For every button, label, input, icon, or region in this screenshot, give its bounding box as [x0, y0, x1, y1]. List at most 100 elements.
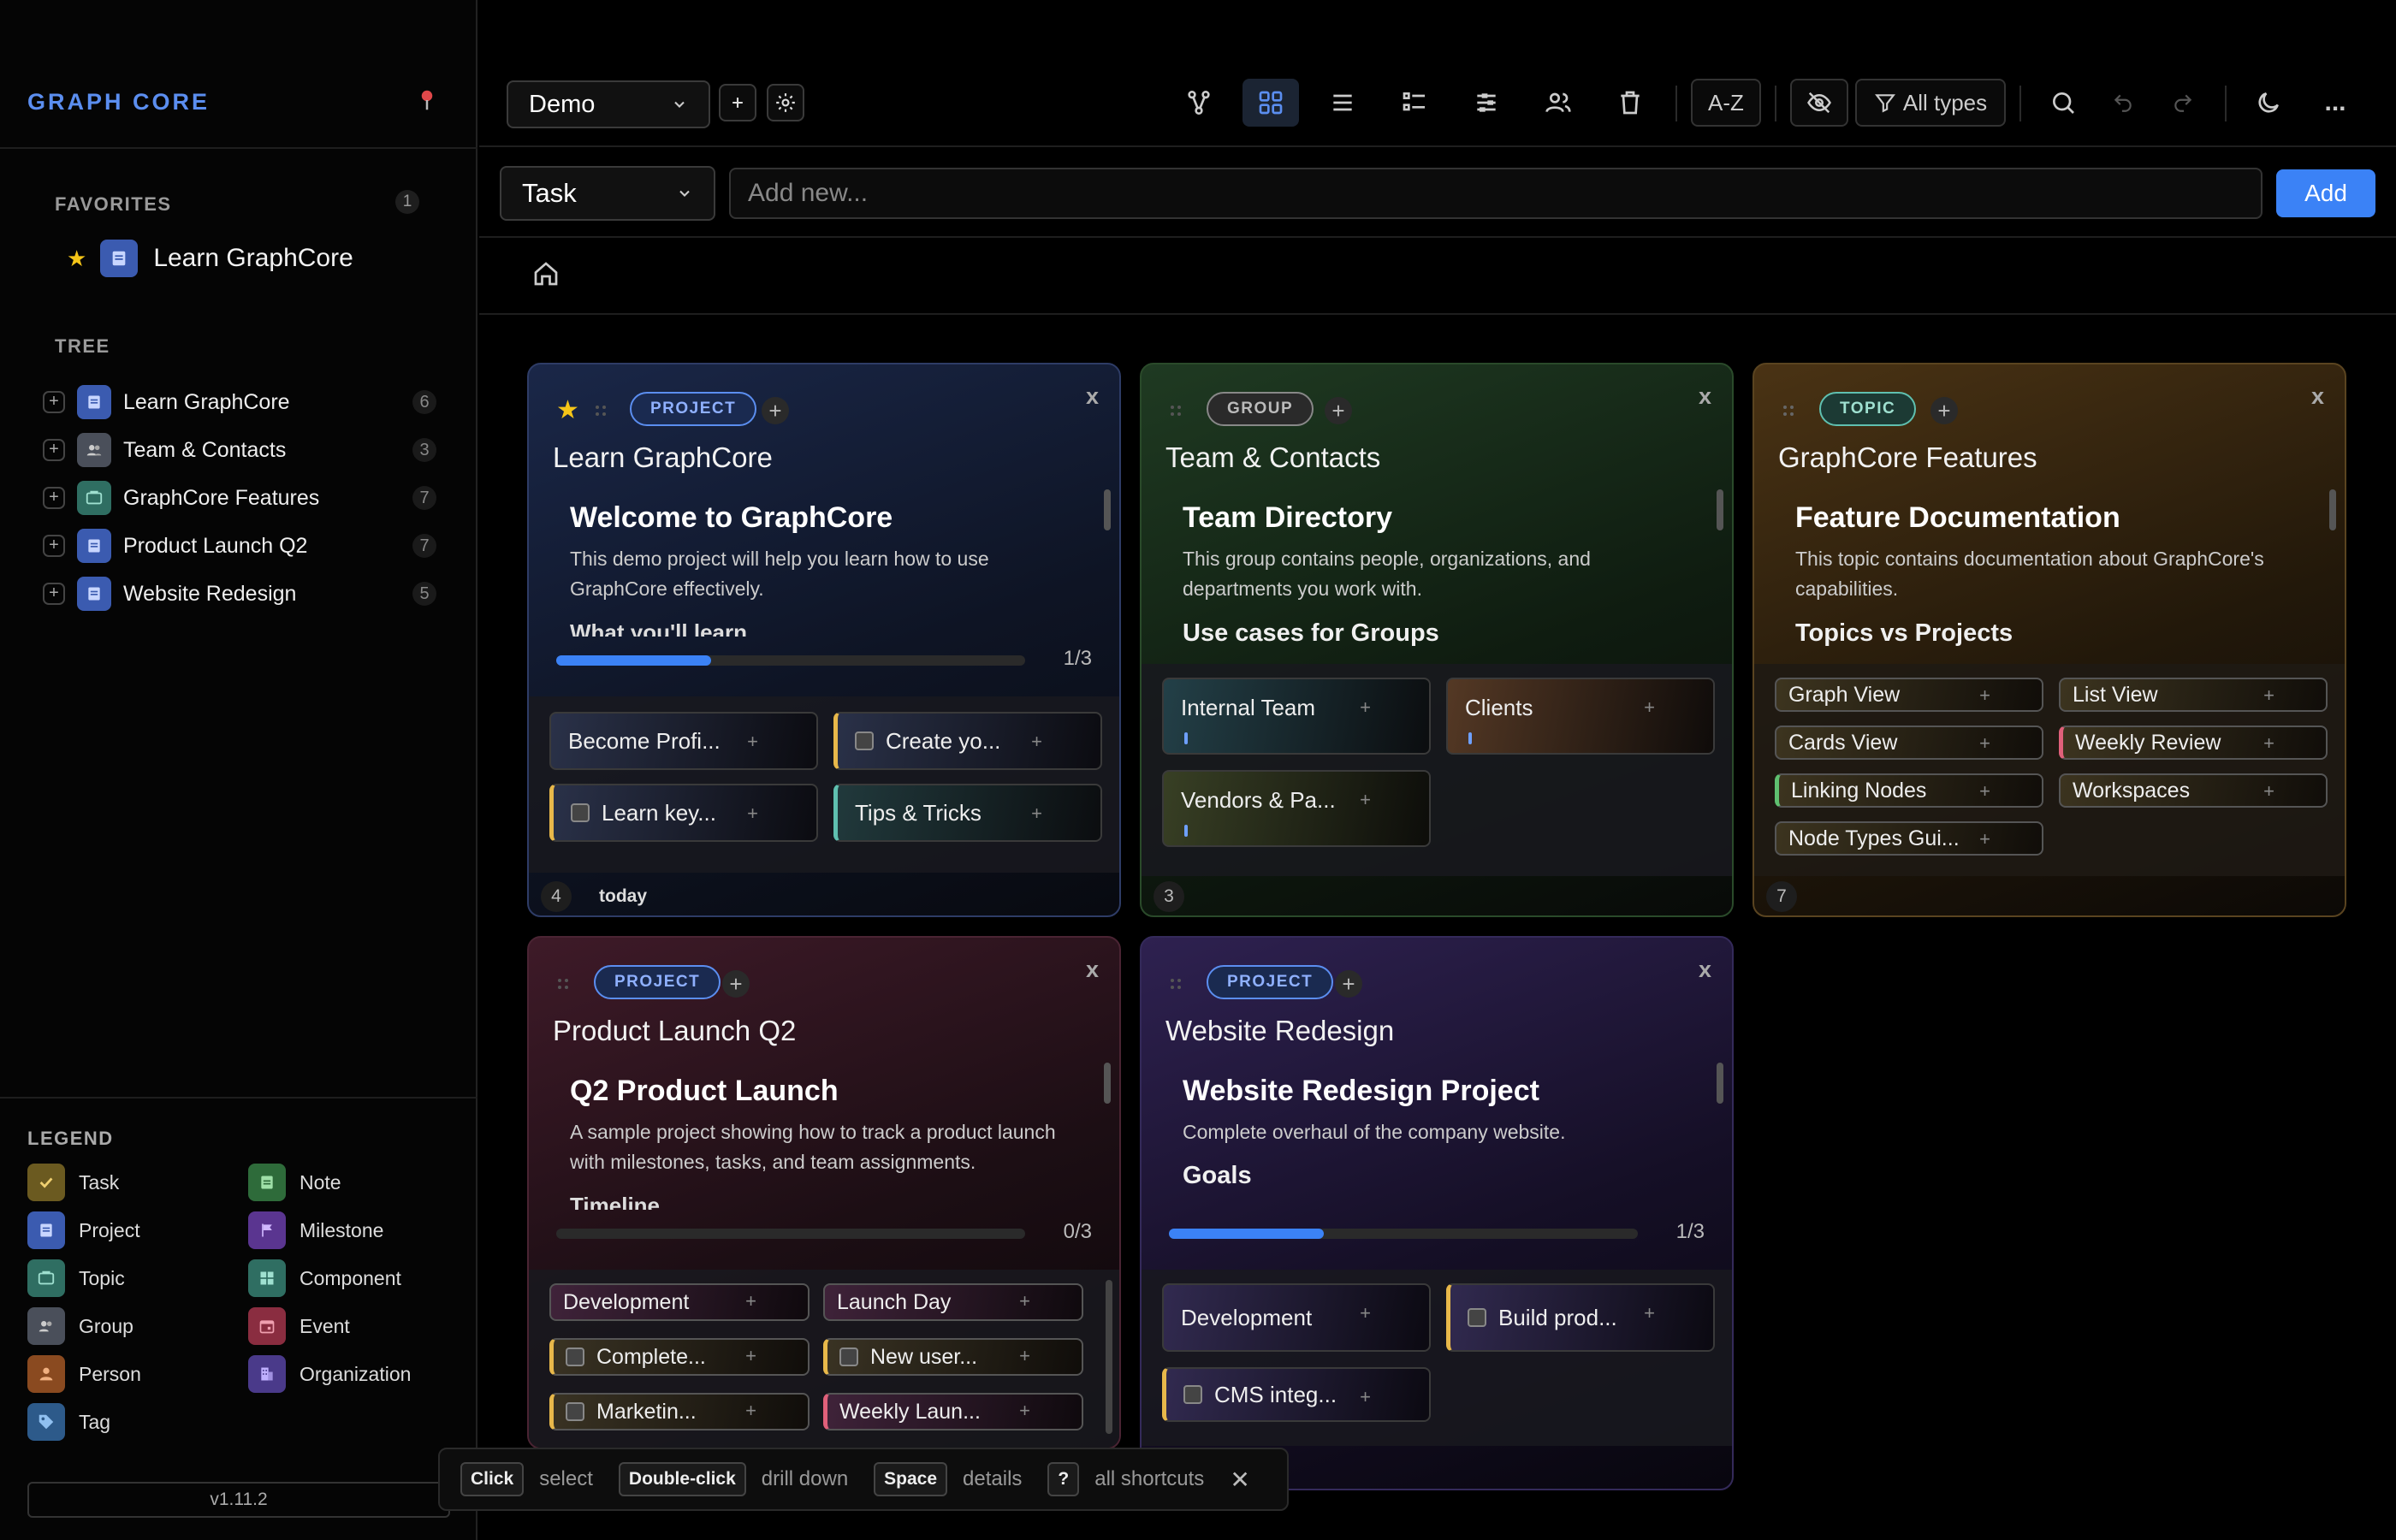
tree-item[interactable]: + Team & Contacts 3: [43, 429, 436, 471]
add-workspace-button[interactable]: [719, 84, 756, 121]
workspace-select[interactable]: Demo: [507, 80, 710, 128]
sort-button[interactable]: A-Z: [1691, 79, 1761, 127]
card-team-contacts[interactable]: GROUP + x Team & Contacts Team Directory…: [1140, 363, 1734, 917]
card-graphcore-features[interactable]: TOPIC + x GraphCore Features Feature Doc…: [1753, 363, 2346, 917]
expand-icon[interactable]: +: [43, 583, 65, 605]
checkbox[interactable]: [839, 1348, 858, 1366]
add-icon[interactable]: +: [2263, 684, 2274, 707]
workspace-settings-button[interactable]: [767, 84, 804, 121]
add-icon[interactable]: +: [1031, 803, 1042, 825]
redo-button[interactable]: [2155, 79, 2211, 127]
child-item[interactable]: Vendors & Pa... +: [1162, 770, 1431, 847]
add-child-button[interactable]: +: [1335, 970, 1362, 998]
child-item[interactable]: Linking Nodes +: [1775, 773, 2043, 808]
checkbox[interactable]: [566, 1402, 584, 1421]
star-icon[interactable]: ★: [556, 395, 579, 425]
add-icon[interactable]: +: [1019, 1290, 1030, 1312]
star-icon[interactable]: ★: [67, 246, 86, 272]
add-icon[interactable]: +: [745, 1400, 756, 1422]
child-item[interactable]: Development +: [549, 1283, 810, 1321]
add-icon[interactable]: +: [2263, 780, 2274, 803]
checkbox[interactable]: [571, 803, 590, 822]
drag-handle-icon[interactable]: [1169, 977, 1183, 991]
child-item[interactable]: Cards View +: [1775, 726, 2043, 760]
add-icon[interactable]: +: [1979, 780, 1990, 803]
checkbox[interactable]: [1468, 1308, 1486, 1327]
content-scrollbar[interactable]: [1717, 1063, 1723, 1104]
child-item[interactable]: Become Profi... +: [549, 712, 818, 770]
child-item[interactable]: Marketin... +: [549, 1393, 810, 1430]
add-child-button[interactable]: +: [722, 970, 750, 998]
child-list-scrollbar[interactable]: [1106, 1280, 1112, 1434]
hide-completed-button[interactable]: [1790, 79, 1848, 127]
graph-view-button[interactable]: [1171, 79, 1227, 127]
card-learn-graphcore[interactable]: ★ PROJECT + x Learn GraphCore Welcome to…: [527, 363, 1121, 917]
child-item[interactable]: Weekly Review +: [2059, 726, 2328, 760]
add-icon[interactable]: +: [1360, 1302, 1371, 1324]
favorite-item[interactable]: ★ Learn GraphCore: [67, 240, 353, 277]
more-menu-button[interactable]: ...: [2307, 79, 2363, 127]
child-item[interactable]: Create yo... +: [833, 712, 1102, 770]
drag-handle-icon[interactable]: [594, 404, 608, 418]
add-icon[interactable]: +: [1979, 732, 1990, 755]
add-button[interactable]: Add: [2276, 169, 2375, 217]
home-icon[interactable]: [531, 258, 561, 293]
expand-icon[interactable]: +: [43, 439, 65, 461]
expand-icon[interactable]: +: [43, 487, 65, 509]
add-icon[interactable]: +: [1644, 696, 1655, 719]
drag-handle-icon[interactable]: [556, 977, 570, 991]
cards-view-button[interactable]: [1242, 79, 1299, 127]
add-icon[interactable]: +: [1979, 828, 1990, 850]
tree-item[interactable]: + Product Launch Q2 7: [43, 525, 436, 566]
theme-toggle-button[interactable]: [2240, 79, 2297, 127]
expand-icon[interactable]: +: [43, 391, 65, 413]
add-icon[interactable]: +: [1019, 1345, 1030, 1367]
child-item[interactable]: Clients +: [1446, 678, 1715, 755]
add-icon[interactable]: +: [1360, 789, 1371, 811]
add-icon[interactable]: +: [1644, 1302, 1655, 1324]
child-item[interactable]: Internal Team +: [1162, 678, 1431, 755]
tree-item[interactable]: + Learn GraphCore 6: [43, 382, 436, 423]
close-card-button[interactable]: x: [1086, 957, 1099, 983]
child-item[interactable]: Build prod... +: [1446, 1283, 1715, 1352]
content-scrollbar[interactable]: [2329, 489, 2336, 530]
type-filter-button[interactable]: All types: [1855, 79, 2006, 127]
undo-button[interactable]: [2095, 79, 2151, 127]
close-icon[interactable]: ✕: [1230, 1466, 1249, 1494]
timeline-view-button[interactable]: [1458, 79, 1515, 127]
child-item[interactable]: Tips & Tricks +: [833, 784, 1102, 842]
close-card-button[interactable]: x: [1699, 383, 1711, 410]
add-icon[interactable]: +: [1019, 1400, 1030, 1422]
content-scrollbar[interactable]: [1717, 489, 1723, 530]
search-button[interactable]: [2035, 79, 2091, 127]
add-icon[interactable]: +: [747, 731, 758, 753]
child-item[interactable]: Graph View +: [1775, 678, 2043, 712]
drag-handle-icon[interactable]: [1169, 404, 1183, 418]
child-item[interactable]: Complete... +: [549, 1338, 810, 1376]
add-icon[interactable]: +: [2263, 732, 2274, 755]
checkbox[interactable]: [855, 732, 874, 750]
add-icon[interactable]: +: [747, 803, 758, 825]
child-item[interactable]: Learn key... +: [549, 784, 818, 842]
child-item[interactable]: Development +: [1162, 1283, 1431, 1352]
add-icon[interactable]: +: [1031, 731, 1042, 753]
expand-icon[interactable]: +: [43, 535, 65, 557]
outline-view-button[interactable]: [1386, 79, 1443, 127]
drag-handle-icon[interactable]: [1782, 404, 1795, 418]
content-scrollbar[interactable]: [1104, 1063, 1111, 1104]
content-scrollbar[interactable]: [1104, 489, 1111, 530]
child-item[interactable]: List View +: [2059, 678, 2328, 712]
add-icon[interactable]: +: [745, 1345, 756, 1367]
pin-icon[interactable]: [414, 87, 440, 113]
add-icon[interactable]: +: [745, 1290, 756, 1312]
add-child-button[interactable]: +: [762, 397, 789, 424]
add-child-button[interactable]: +: [1325, 397, 1352, 424]
add-new-input[interactable]: Add new...: [729, 168, 2263, 219]
list-view-button[interactable]: [1314, 79, 1371, 127]
add-icon[interactable]: +: [1360, 696, 1371, 719]
child-item[interactable]: Launch Day +: [823, 1283, 1083, 1321]
child-item[interactable]: New user... +: [823, 1338, 1083, 1376]
card-product-launch-q2[interactable]: PROJECT + x Product Launch Q2 Q2 Product…: [527, 936, 1121, 1449]
card-website-redesign[interactable]: PROJECT + x Website Redesign Website Red…: [1140, 936, 1734, 1490]
close-card-button[interactable]: x: [1699, 957, 1711, 983]
